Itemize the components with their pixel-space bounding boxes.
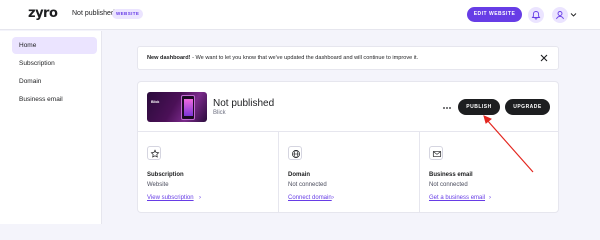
- annotation-arrow: [483, 115, 534, 173]
